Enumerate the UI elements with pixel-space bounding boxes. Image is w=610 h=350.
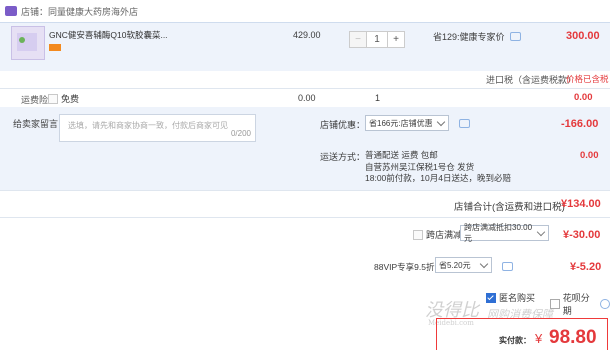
cross-store-selected: 跨店满减抵扣30.00元 bbox=[464, 223, 533, 243]
chat-icon[interactable] bbox=[509, 32, 521, 41]
shipping-origin: 自营苏州吴江保税1号仓 发货 bbox=[365, 161, 475, 172]
cross-store-label: 跨店满减 bbox=[426, 230, 463, 240]
chat-icon[interactable] bbox=[459, 119, 470, 128]
freight-insurance-option-label: 免费 bbox=[61, 94, 80, 104]
cross-store-checkbox[interactable] bbox=[413, 229, 423, 240]
quantity-decrease-button[interactable]: − bbox=[349, 31, 367, 48]
freight-insurance-label: 运费险 bbox=[21, 95, 49, 105]
freight-insurance-price: 0.00 bbox=[298, 93, 316, 103]
import-tax-label: 进口税（含运费税款） bbox=[486, 75, 577, 85]
cross-store-amount: ¥-30.00 bbox=[563, 229, 601, 241]
product-title[interactable]: GNC健安喜辅酶Q10软胶囊菜... bbox=[49, 29, 168, 41]
vip-label: 88VIP专享9.5折 bbox=[374, 262, 435, 272]
chat-icon[interactable] bbox=[502, 262, 513, 271]
payment-currency: ¥ bbox=[535, 331, 543, 346]
quantity-increase-button[interactable]: + bbox=[387, 31, 405, 48]
freight-insurance-total: 0.00 bbox=[574, 92, 593, 103]
product-logo-dot bbox=[19, 37, 25, 43]
divider bbox=[0, 217, 610, 218]
item-subtotal: 300.00 bbox=[566, 30, 600, 42]
cross-store-option[interactable]: 跨店满减 bbox=[413, 228, 462, 241]
shipping-cost: 0.00 bbox=[580, 150, 599, 161]
product-tag-icon bbox=[49, 44, 61, 51]
info-icon[interactable] bbox=[600, 299, 610, 309]
divider bbox=[0, 88, 610, 89]
unit-price: 429.00 bbox=[293, 30, 321, 40]
anonymous-label: 匿名购买 bbox=[499, 293, 536, 303]
store-total-label: 店铺合计(含运费和进口税) bbox=[454, 202, 565, 213]
quantity-value[interactable]: 1 bbox=[367, 31, 387, 48]
message-placeholder: 选填，请先和商家协商一致，付款后商家可见 bbox=[68, 121, 228, 130]
product-thumbnail[interactable] bbox=[11, 26, 45, 60]
vip-selected: 省5.20元 bbox=[439, 260, 471, 270]
divider bbox=[0, 190, 610, 191]
store-discount-amount: -166.00 bbox=[561, 118, 599, 130]
payment-summary: 实付款： ¥ 98.80 bbox=[436, 318, 608, 350]
seller-message-input[interactable]: 选填，请先和商家协商一致，付款后商家可见 0/200 bbox=[59, 114, 256, 142]
import-tax-value: 价格已含税 bbox=[566, 74, 609, 84]
shipping-eta: 18:00前付款，10月4日送达，晚到必赔 bbox=[365, 173, 511, 183]
freight-insurance-checkbox[interactable] bbox=[48, 93, 58, 104]
anonymous-option[interactable]: 匿名购买 bbox=[486, 291, 535, 304]
store-icon bbox=[5, 6, 17, 16]
anonymous-checkbox[interactable] bbox=[486, 292, 496, 303]
store-bar: 店铺：同量健康大药房海外店 bbox=[0, 0, 610, 22]
cross-store-select[interactable]: 跨店满减抵扣30.00元 bbox=[460, 223, 549, 243]
store-discount-select[interactable]: 省166元:店铺优惠 bbox=[365, 115, 449, 131]
payment-label: 实付款： bbox=[499, 336, 531, 345]
vip-amount: ¥-5.20 bbox=[570, 261, 602, 273]
message-counter: 0/200 bbox=[230, 129, 251, 138]
shipping-method: 普通配送 运费 包邮 bbox=[365, 150, 438, 160]
store-total-value: ¥134.00 bbox=[561, 198, 601, 210]
vip-select[interactable]: 省5.20元 bbox=[435, 257, 492, 273]
item-promo-text: 省129:健康专家价 bbox=[433, 32, 505, 42]
freight-insurance-option[interactable]: 免费 bbox=[48, 92, 79, 105]
shipping-details: 普通配送 运费 包邮 自营苏州吴江保税1号仓 发货 18:00前付款，10月4日… bbox=[365, 150, 511, 185]
store-name[interactable]: 店铺：同量健康大药房海外店 bbox=[21, 5, 138, 18]
huabei-label: 花呗分期 bbox=[562, 293, 590, 316]
quantity-stepper[interactable]: − 1 + bbox=[349, 31, 405, 48]
store-discount-label: 店铺优惠： bbox=[320, 120, 366, 130]
payment-amount: 98.80 bbox=[549, 327, 597, 348]
freight-insurance-qty: 1 bbox=[375, 93, 381, 103]
huabei-option[interactable]: 花呗分期 bbox=[550, 291, 610, 317]
chevron-down-icon bbox=[479, 259, 489, 268]
item-promo: 省129:健康专家价 bbox=[433, 30, 521, 43]
shipping-label: 运送方式： bbox=[320, 152, 366, 162]
store-discount-selected: 省166元:店铺优惠 bbox=[369, 118, 433, 128]
chevron-down-icon bbox=[436, 117, 446, 126]
